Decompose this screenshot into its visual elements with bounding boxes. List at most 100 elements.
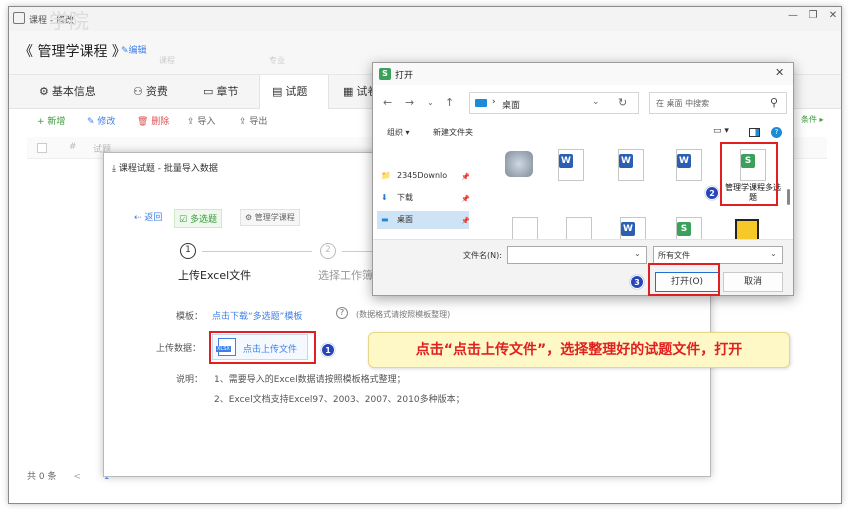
instruction-callout: 点击“点击上传文件”，选择整理好的试题文件，打开: [368, 332, 790, 368]
folder-icon: 📁: [381, 171, 391, 180]
template-label: 模板：: [176, 312, 204, 322]
maximize-icon[interactable]: ❐: [803, 10, 823, 21]
file-dialog-titlebar: S 打开 ✕: [373, 63, 793, 85]
filetype-select[interactable]: 所有文件 ⌄: [653, 246, 783, 264]
import-button[interactable]: ⇪ 导入: [187, 114, 215, 127]
app-shortcut-icon: [505, 151, 533, 177]
new-folder-button[interactable]: 新建文件夹: [433, 127, 473, 138]
tab-basic-info[interactable]: ⚙ 基本信息: [39, 75, 119, 109]
tab-chapters[interactable]: ▭ 章节: [203, 75, 263, 109]
edit-course-link[interactable]: ✎编辑: [121, 43, 147, 56]
tab-label: 资费: [145, 85, 168, 98]
select-all-checkbox[interactable]: [37, 143, 47, 153]
edit-button[interactable]: ✎ 修改: [87, 114, 115, 127]
word-doc-icon: W: [676, 149, 702, 181]
bg-tab-major: 专业: [269, 56, 285, 65]
add-button[interactable]: + 新增: [37, 114, 65, 127]
note-line-2: 2、Excel文档支持Excel97、2003、2007、2010多种版本；: [214, 395, 465, 405]
type-tag-label: 多选题: [189, 215, 217, 225]
app-icon: [735, 219, 759, 241]
tab-fees[interactable]: ⚇ 资费: [133, 75, 193, 109]
step-1-label: 上传Excel文件: [178, 269, 252, 282]
desktop-icon: ▬: [381, 215, 389, 224]
note-line-1: 1、需要导入的Excel数据请按照模板格式整理；: [214, 375, 406, 385]
export-button[interactable]: ⇪ 导出: [239, 114, 267, 127]
view-options-icon[interactable]: ▭ ▾: [713, 126, 729, 136]
filename-input[interactable]: ⌄: [507, 246, 647, 264]
checkbox-icon: ☑: [179, 215, 190, 225]
step-connector: [202, 251, 312, 252]
minimize-icon[interactable]: —: [783, 10, 803, 21]
scrollbar-thumb[interactable]: [787, 189, 790, 205]
template-hint: (数据格式请按照模板整理): [356, 310, 451, 319]
step-1-circle: 1: [180, 243, 196, 259]
filename-dropdown-icon[interactable]: ⌄: [634, 249, 641, 258]
total-count: 共 0 条: [27, 472, 57, 482]
filter-button[interactable]: 条件 ▸: [801, 114, 824, 125]
pin-icon: 📌: [461, 173, 470, 181]
organize-menu[interactable]: 组织 ▾: [387, 127, 410, 138]
pencil-icon: ✎: [121, 46, 129, 56]
step-2-circle: 2: [320, 243, 336, 259]
nav-item-2345downloads[interactable]: 📁 2345Downlo: [377, 167, 469, 185]
bg-tab-course: 课程: [159, 56, 175, 65]
refresh-icon[interactable]: ↻: [618, 96, 627, 109]
edit-link-label: 编辑: [128, 46, 147, 56]
download-icon: ⬇: [381, 193, 388, 202]
question-toolbar: + 新增 ✎ 修改 🗑 删除 ⇪ 导入 ⇪ 导出: [27, 110, 307, 134]
course-icon: ⚙: [245, 213, 255, 222]
forward-nav-icon[interactable]: →: [405, 96, 414, 109]
file-search-input[interactable]: 在 桌面 中搜索 ⚲: [649, 92, 787, 114]
delete-button[interactable]: 🗑 删除: [137, 114, 169, 127]
file-item-shortcut[interactable]: [501, 147, 537, 191]
nav-pane: 📁 2345Downlo ⬇ 下载 ▬ 桌面 📌 📌 📌: [373, 143, 473, 253]
back-link[interactable]: ⇠ 返回: [134, 210, 162, 226]
file-item-word[interactable]: W: [553, 147, 589, 191]
prev-page-button[interactable]: <: [73, 472, 81, 482]
address-text: 桌面: [502, 101, 521, 111]
nav-item-desktop[interactable]: ▬ 桌面: [377, 211, 469, 229]
question-type-tag: ☑ 多选题: [174, 209, 222, 228]
help-icon[interactable]: ?: [336, 307, 348, 319]
note-label: 说明：: [176, 375, 204, 385]
import-dialog-title: ⤓ 课程试题 - 批量导入数据: [112, 161, 218, 174]
back-nav-icon[interactable]: ←: [383, 96, 392, 109]
step-marker-3: 3: [630, 275, 644, 289]
questions-icon: ▤: [272, 85, 283, 98]
tab-questions[interactable]: ▤ 试题: [259, 75, 329, 109]
wps-logo-icon: S: [379, 68, 391, 80]
word-doc-icon: W: [558, 149, 584, 181]
course-title: 《 管理学课程 》: [19, 44, 126, 60]
word-doc-icon: W: [618, 149, 644, 181]
fees-icon: ⚇: [133, 85, 143, 98]
step-marker-2: 2: [705, 186, 719, 200]
file-item-word[interactable]: W: [613, 147, 649, 191]
app-titlebar: 课程 - 修改 学院 — ❐ ✕: [9, 7, 841, 33]
search-placeholder: 在 桌面 中搜索: [656, 99, 710, 108]
app-logo-icon: [13, 12, 25, 24]
address-bar[interactable]: › 桌面 ⌄ ↻: [469, 92, 639, 114]
col-index-header: #: [69, 142, 77, 152]
nav-item-label: 下载: [397, 193, 413, 202]
history-dropdown-icon[interactable]: ⌄: [427, 98, 434, 107]
nav-item-label: 2345Downlo: [397, 171, 448, 180]
cancel-button[interactable]: 取消: [723, 272, 783, 292]
close-icon[interactable]: ✕: [823, 10, 841, 21]
template-download-link[interactable]: 点击下载“多选题”模板: [212, 309, 302, 322]
chapter-icon: ▭: [203, 85, 214, 98]
tab-label: 章节: [216, 85, 239, 98]
nav-item-downloads[interactable]: ⬇ 下载: [377, 189, 469, 207]
file-dialog-close-icon[interactable]: ✕: [775, 66, 784, 79]
address-dropdown-icon[interactable]: ⌄: [592, 97, 600, 107]
file-item-word[interactable]: W: [671, 147, 707, 191]
tab-label: 基本信息: [51, 85, 96, 98]
highlight-open-button: [648, 263, 720, 296]
preview-pane-icon[interactable]: [749, 128, 760, 137]
app-watermark: 学院: [49, 9, 89, 33]
tab-label: 试题: [285, 85, 308, 98]
step-2-label: 选择工作簿: [318, 269, 373, 282]
help-icon[interactable]: ?: [771, 127, 782, 138]
up-nav-icon[interactable]: ↑: [445, 96, 454, 109]
pin-icon: 📌: [461, 195, 470, 203]
nav-item-label: 桌面: [397, 215, 413, 224]
